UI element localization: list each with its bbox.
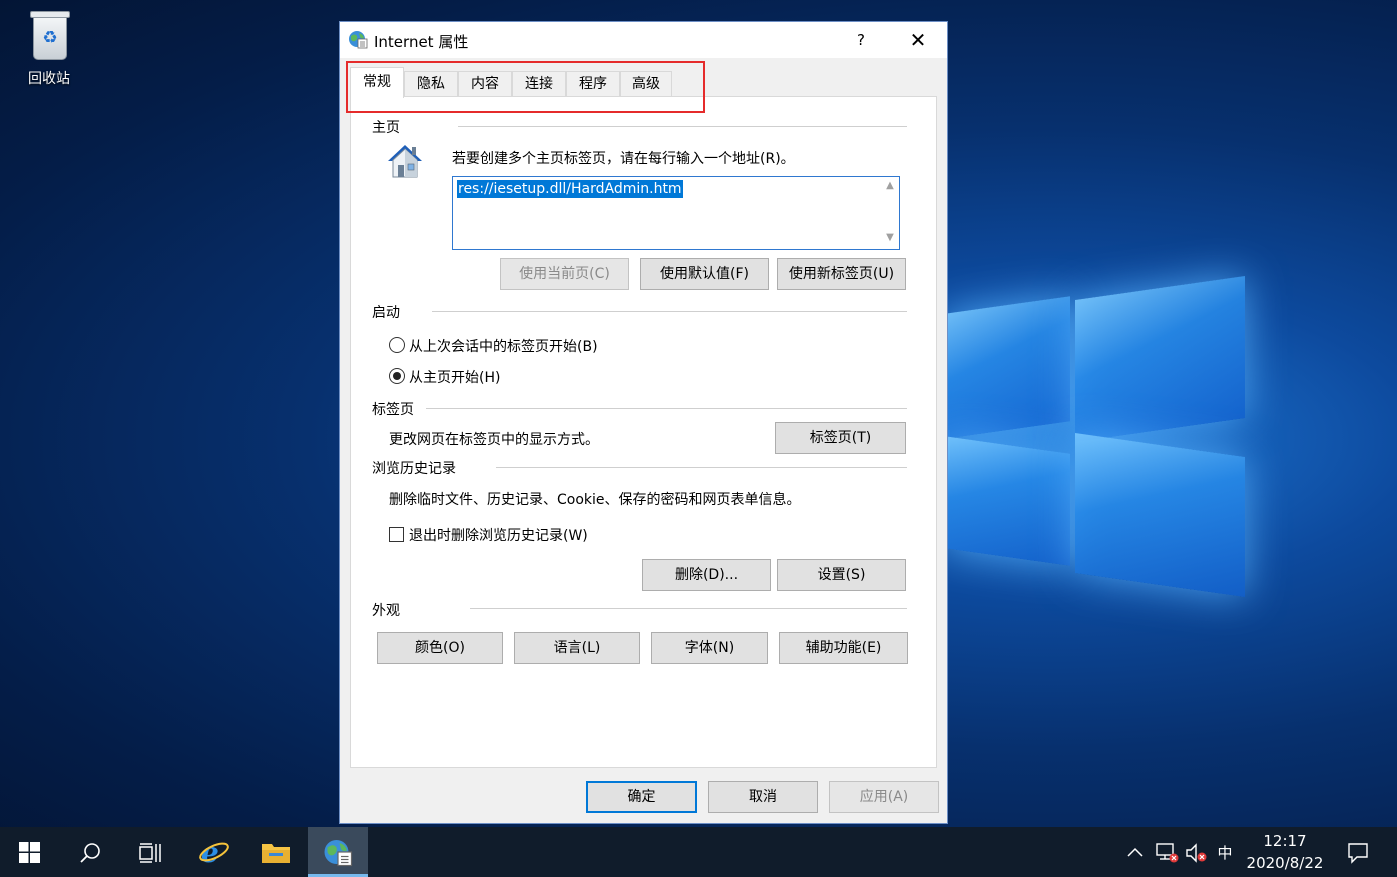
search-icon: [80, 843, 100, 863]
recycle-bin[interactable]: ♻ 回收站: [14, 8, 84, 88]
tabs-description: 更改网页在标签页中的显示方式。: [389, 432, 599, 448]
radio-home-page-label[interactable]: 从主页开始(H): [409, 367, 500, 387]
tab-connections[interactable]: 连接: [512, 71, 566, 97]
accessibility-button[interactable]: 辅助功能(E): [779, 632, 908, 664]
internet-properties-dialog: Internet 属性 ? ✕ 常规 隐私 内容 连接 程序 高级 主页 若要创…: [339, 21, 948, 824]
use-current-button[interactable]: 使用当前页(C): [500, 258, 629, 290]
taskbar: e 中 12:17 2020/8/22: [0, 827, 1397, 877]
taskbar-internet-options[interactable]: [308, 827, 368, 877]
task-view-icon: [139, 843, 161, 863]
scroll-down-icon[interactable]: ▼: [884, 232, 896, 244]
help-button[interactable]: ?: [843, 22, 879, 58]
startup-section-divider: [432, 311, 907, 312]
home-instruction: 若要创建多个主页标签页，请在每行输入一个地址(R)。: [452, 151, 795, 167]
show-hidden-icons-chevron-icon[interactable]: [1127, 846, 1143, 858]
history-settings-button[interactable]: 设置(S): [777, 559, 906, 591]
home-page-icon: [388, 145, 422, 178]
history-section-title: 浏览历史记录: [372, 461, 456, 477]
tabs-button[interactable]: 标签页(T): [775, 422, 906, 454]
input-method-indicator[interactable]: 中: [1214, 842, 1236, 863]
close-button[interactable]: ✕: [900, 22, 936, 58]
windows-start-icon: [19, 842, 40, 863]
languages-button[interactable]: 语言(L): [514, 632, 640, 664]
home-section-title: 主页: [372, 120, 400, 136]
taskbar-file-explorer[interactable]: [245, 827, 305, 877]
appearance-section-divider: [470, 608, 907, 609]
general-tab-panel: 主页 若要创建多个主页标签页，请在每行输入一个地址(R)。 res://iese…: [350, 96, 937, 768]
startup-section-title: 启动: [372, 305, 400, 321]
ok-button[interactable]: 确定: [586, 781, 697, 813]
title-bar[interactable]: Internet 属性 ? ✕: [340, 22, 947, 58]
volume-muted-icon[interactable]: [1185, 842, 1209, 864]
recycle-bin-label: 回收站: [28, 71, 70, 87]
apply-button[interactable]: 应用(A): [829, 781, 939, 813]
tabs-section-divider: [426, 408, 907, 409]
fonts-button[interactable]: 字体(N): [651, 632, 768, 664]
notification-center-icon[interactable]: [1347, 842, 1369, 864]
start-button[interactable]: [0, 827, 60, 877]
use-default-button[interactable]: 使用默认值(F): [640, 258, 769, 290]
cancel-button[interactable]: 取消: [708, 781, 818, 813]
delete-history-button[interactable]: 删除(D)...: [642, 559, 771, 591]
taskbar-internet-explorer[interactable]: e: [182, 827, 242, 877]
task-view-button[interactable]: [120, 827, 180, 877]
internet-explorer-icon: e: [199, 837, 229, 867]
radio-home-page[interactable]: [389, 368, 405, 384]
search-button[interactable]: [60, 827, 120, 877]
delete-on-exit-checkbox[interactable]: [389, 527, 404, 542]
history-description: 删除临时文件、历史记录、Cookie、保存的密码和网页表单信息。: [389, 492, 801, 508]
history-section-divider: [496, 467, 907, 468]
scroll-up-icon[interactable]: ▲: [884, 180, 896, 192]
recycle-bin-icon: ♻: [27, 8, 71, 62]
tab-content[interactable]: 内容: [458, 71, 512, 97]
tab-programs[interactable]: 程序: [566, 71, 620, 97]
clock-time[interactable]: 12:17: [1244, 832, 1326, 850]
home-section-divider: [458, 126, 907, 127]
internet-options-icon: [324, 840, 353, 867]
home-page-url-field[interactable]: res://iesetup.dll/HardAdmin.htm ▲ ▼: [452, 176, 900, 250]
delete-on-exit-label[interactable]: 退出时删除浏览历史记录(W): [409, 525, 588, 545]
radio-last-session-label[interactable]: 从上次会话中的标签页开始(B): [409, 336, 598, 356]
internet-globe-icon: [349, 31, 368, 49]
appearance-section-title: 外观: [372, 603, 400, 619]
url-scrollbar[interactable]: ▲ ▼: [881, 177, 899, 249]
dialog-title: Internet 属性: [374, 33, 469, 51]
tabs-section-title: 标签页: [372, 402, 414, 418]
colors-button[interactable]: 颜色(O): [377, 632, 503, 664]
network-icon[interactable]: [1155, 842, 1179, 864]
home-page-url-text: res://iesetup.dll/HardAdmin.htm: [457, 180, 683, 198]
tab-advanced[interactable]: 高级: [620, 71, 672, 97]
tab-general[interactable]: 常规: [350, 67, 404, 98]
clock-date[interactable]: 2020/8/22: [1240, 854, 1330, 872]
folder-icon: [262, 844, 290, 863]
radio-last-session[interactable]: [389, 337, 405, 353]
tab-privacy[interactable]: 隐私: [404, 71, 458, 97]
use-new-tab-button[interactable]: 使用新标签页(U): [777, 258, 906, 290]
windows-wallpaper-logo: [935, 270, 1265, 620]
